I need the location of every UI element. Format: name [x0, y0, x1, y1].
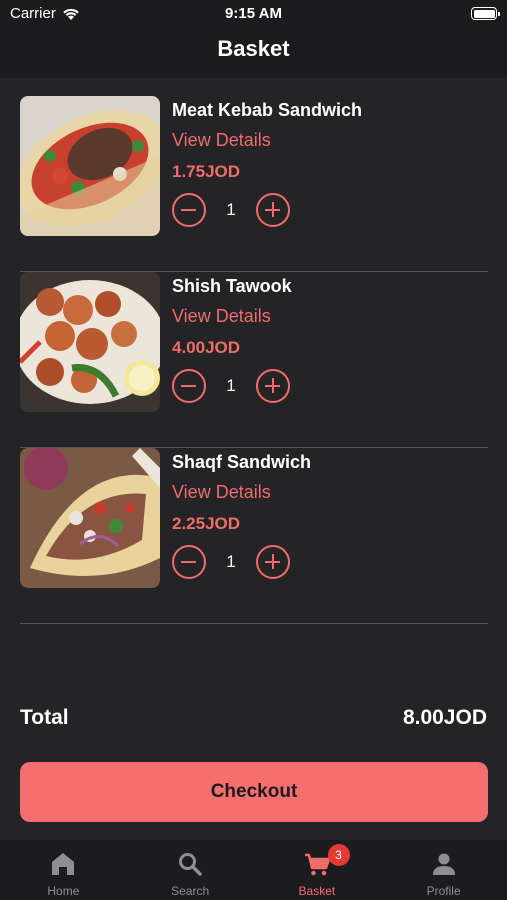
tab-label: Search [171, 884, 210, 898]
top-bar: Carrier 9:15 AM Basket [0, 0, 507, 78]
basket-item: Shaqf Sandwich View Details 2.25JOD 1 [20, 448, 488, 624]
item-info: Meat Kebab Sandwich View Details 1.75JOD… [172, 100, 362, 228]
page-title: Basket [217, 36, 290, 61]
item-name: Shish Tawook [172, 276, 292, 296]
cart-icon [304, 853, 331, 876]
tab-basket[interactable]: 3 Basket [254, 840, 381, 900]
cart-count-badge: 3 [327, 844, 350, 866]
quantity-value: 1 [226, 200, 236, 219]
tab-label: Home [47, 884, 80, 898]
status-bar: Carrier 9:15 AM [0, 0, 507, 28]
search-icon [179, 853, 202, 876]
increase-button[interactable] [256, 193, 290, 227]
item-image[interactable] [20, 272, 160, 412]
battery-icon [471, 7, 500, 20]
quantity-stepper: 1 [172, 368, 292, 404]
minus-icon [181, 208, 196, 211]
basket-list: Meat Kebab Sandwich View Details 1.75JOD… [20, 96, 488, 624]
profile-icon [432, 853, 455, 875]
decrease-button[interactable] [172, 545, 206, 579]
item-image[interactable] [20, 96, 160, 236]
tab-bar: Home Search 3 Basket Profile [0, 840, 507, 900]
decrease-button[interactable] [172, 369, 206, 403]
item-price: 2.25JOD [172, 514, 241, 533]
item-image[interactable] [20, 448, 160, 588]
item-name: Meat Kebab Sandwich [172, 100, 363, 120]
item-info: Shish Tawook View Details 4.00JOD 1 [172, 276, 292, 404]
tab-label: Basket [298, 884, 336, 898]
basket-item: Meat Kebab Sandwich View Details 1.75JOD… [20, 96, 488, 272]
basket-item: Shish Tawook View Details 4.00JOD 1 [20, 272, 488, 448]
home-icon [52, 853, 75, 875]
quantity-value: 1 [226, 376, 236, 395]
tab-label: Profile [426, 884, 461, 898]
view-details-link[interactable]: View Details [172, 482, 311, 504]
quantity-stepper: 1 [172, 192, 362, 228]
total-row: Total 8.00JOD [20, 706, 487, 734]
shaqf-sandwich-image [20, 448, 160, 588]
meat-kebab-sandwich-image [20, 96, 160, 236]
increase-button[interactable] [256, 545, 290, 579]
status-time: 9:15 AM [225, 5, 282, 22]
shish-tawook-image [20, 272, 160, 412]
total-value: 8.00JOD [402, 706, 487, 729]
checkout-button[interactable]: Checkout [20, 762, 488, 822]
tab-home[interactable]: Home [0, 840, 127, 900]
quantity-value: 1 [226, 552, 236, 571]
tab-search[interactable]: Search [127, 840, 254, 900]
view-details-link[interactable]: View Details [172, 306, 292, 328]
minus-icon [181, 384, 196, 387]
view-details-link[interactable]: View Details [172, 130, 362, 152]
tab-profile[interactable]: Profile [380, 840, 507, 900]
item-price: 4.00JOD [172, 338, 241, 357]
quantity-stepper: 1 [172, 544, 311, 580]
item-price: 1.75JOD [172, 162, 241, 181]
total-label: Total [20, 706, 69, 729]
decrease-button[interactable] [172, 193, 206, 227]
item-name: Shaqf Sandwich [172, 452, 312, 472]
item-info: Shaqf Sandwich View Details 2.25JOD 1 [172, 452, 311, 580]
minus-icon [181, 560, 196, 563]
increase-button[interactable] [256, 369, 290, 403]
